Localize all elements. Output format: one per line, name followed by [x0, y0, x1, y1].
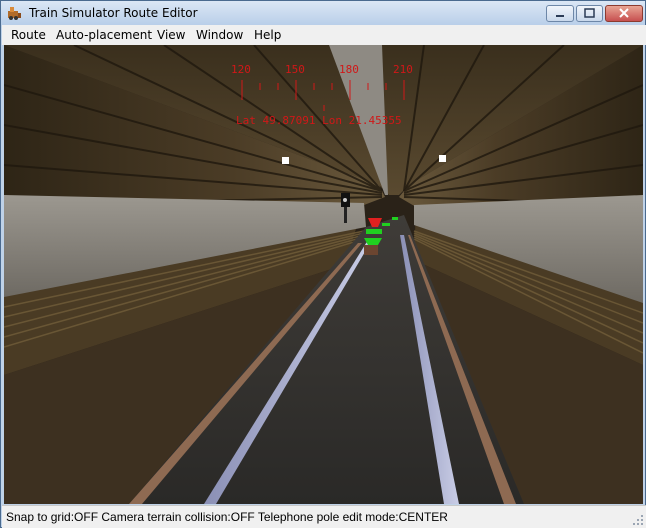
app-window: Train Simulator Route Editor Route Auto-… — [0, 0, 646, 528]
compass-tick-label: 120 — [231, 63, 251, 76]
status-bar: Snap to grid:OFF Camera terrain collisio… — [2, 505, 646, 528]
compass-tick-label: 210 — [393, 63, 413, 76]
coordinates-readout: Lat 49.87091 Lon 21.45355 — [236, 114, 402, 127]
menu-view[interactable]: View — [157, 28, 185, 42]
compass-tick-label: 150 — [285, 63, 305, 76]
resize-grip-icon[interactable] — [632, 514, 644, 526]
tunnel-light — [439, 155, 446, 162]
tunnel-scene: 120 150 180 210 Lat 49.87091 Lon 21.4535… — [4, 45, 643, 504]
close-button[interactable] — [605, 5, 643, 22]
menu-auto-placement[interactable]: Auto-placement — [56, 28, 152, 42]
menu-route[interactable]: Route — [11, 28, 46, 42]
green-marker — [366, 229, 382, 234]
minimize-button[interactable] — [546, 5, 574, 22]
app-icon — [8, 7, 21, 20]
menu-window[interactable]: Window — [196, 28, 243, 42]
3d-viewport[interactable]: 120 150 180 210 Lat 49.87091 Lon 21.4535… — [4, 45, 643, 504]
window-title: Train Simulator Route Editor — [29, 6, 198, 20]
menu-help[interactable]: Help — [254, 28, 281, 42]
title-bar[interactable]: Train Simulator Route Editor — [1, 1, 645, 25]
status-text: Snap to grid:OFF Camera terrain collisio… — [6, 510, 448, 524]
compass-tick-label: 180 — [339, 63, 359, 76]
maximize-icon — [584, 8, 595, 18]
maximize-button[interactable] — [576, 5, 603, 22]
menu-bar: Route Auto-placement View Window Help — [2, 25, 646, 45]
tunnel-light — [282, 157, 289, 164]
minimize-icon — [556, 15, 564, 17]
close-icon — [619, 8, 629, 18]
